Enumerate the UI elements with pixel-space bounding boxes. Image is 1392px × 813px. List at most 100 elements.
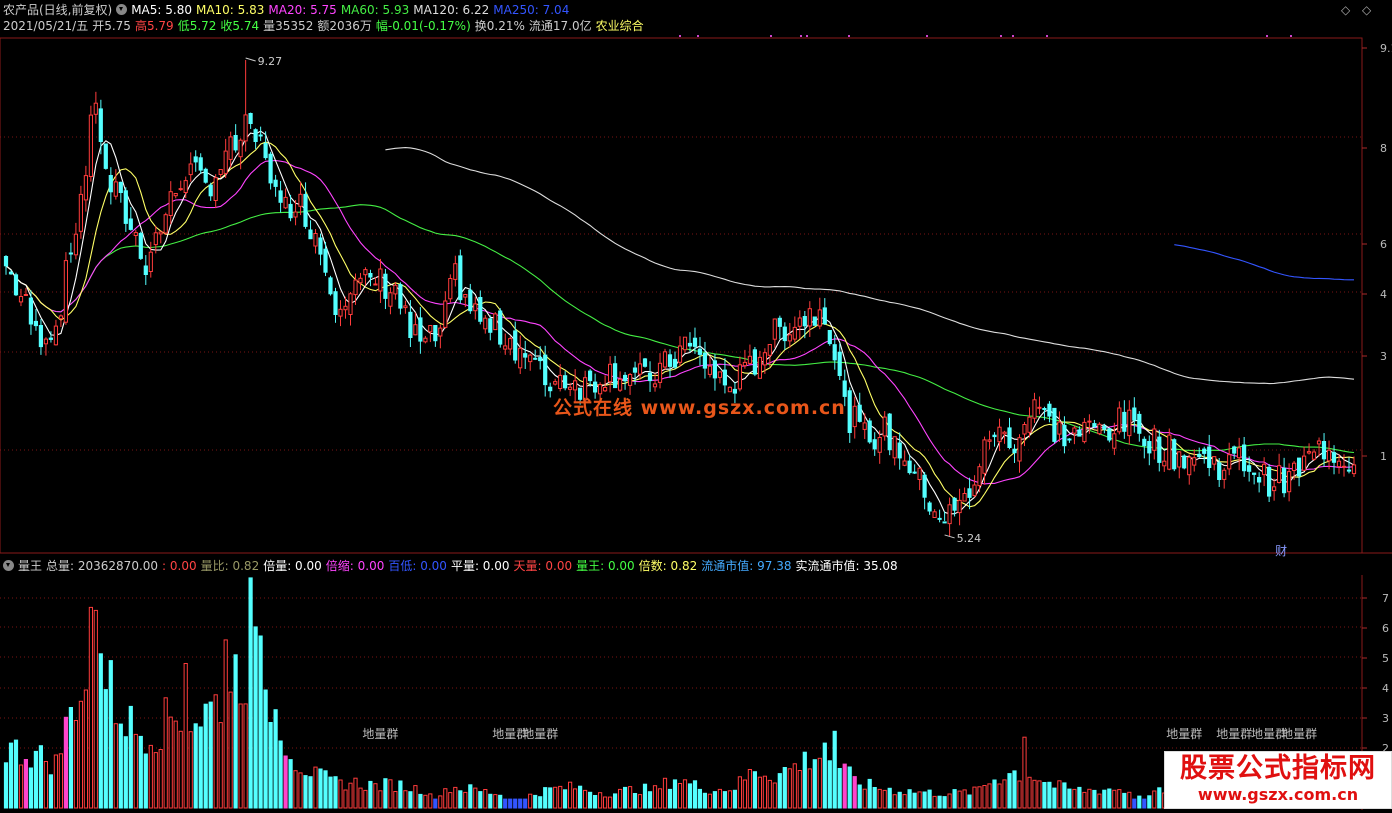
candle-body[interactable] [1341,465,1347,468]
volume-bar[interactable] [1057,780,1062,809]
candle-body[interactable] [543,354,548,386]
candle-body[interactable] [323,248,328,273]
volume-bar[interactable] [123,736,128,809]
candle-body[interactable] [1346,469,1352,472]
candle-body[interactable] [817,309,822,327]
candle-body[interactable] [1117,407,1122,433]
candle-body[interactable] [1147,441,1152,454]
candle-body[interactable] [1112,433,1117,449]
candle-body[interactable] [997,426,1002,443]
candle-body[interactable] [892,436,897,459]
volume-bar[interactable] [358,787,363,809]
candle-body[interactable] [43,338,48,345]
volume-bar[interactable] [1137,795,1142,809]
candle-body[interactable] [977,466,982,487]
candle-body[interactable] [972,484,977,497]
candle-body[interactable] [1077,429,1082,437]
volume-bar[interactable] [243,703,248,809]
candle-body[interactable] [538,357,543,362]
volume-bar[interactable] [553,786,558,809]
candle-body[interactable] [558,374,563,389]
volume-bar[interactable] [248,577,253,809]
candle-body[interactable] [333,291,338,316]
volume-bar[interactable] [143,753,148,809]
volume-bar[interactable] [538,796,543,809]
volume-bar[interactable] [573,788,578,809]
candle-body[interactable] [138,232,143,259]
volume-bar[interactable] [1122,792,1127,809]
candle-body[interactable] [263,142,268,159]
candle-body[interactable] [1277,465,1282,484]
candle-body[interactable] [568,386,573,390]
volume-bar[interactable] [533,794,538,809]
candle-body[interactable] [548,386,553,392]
candle-body[interactable] [932,511,937,518]
volume-bar[interactable] [702,792,707,809]
volume-bar[interactable] [632,793,638,809]
candle-body[interactable] [637,363,643,375]
candle-body[interactable] [897,442,902,459]
candle-body[interactable] [1242,444,1247,472]
candle-body[interactable] [717,371,722,378]
volume-bar[interactable] [28,767,33,809]
candle-body[interactable] [458,255,463,301]
candle-body[interactable] [393,284,398,295]
volume-bar[interactable] [787,768,792,809]
candle-body[interactable] [1247,465,1252,472]
candle-body[interactable] [348,293,353,315]
candle-body[interactable] [1087,420,1092,423]
candle-body[interactable] [1107,428,1112,441]
volume-bar[interactable] [1157,787,1162,809]
candle-body[interactable] [438,327,443,337]
volume-bar[interactable] [802,751,807,809]
volume-bar[interactable] [1032,779,1037,809]
candle-body[interactable] [1257,477,1262,483]
candle-body[interactable] [343,305,348,311]
volume-bar[interactable] [8,742,14,809]
candle-body[interactable] [308,229,313,240]
volume-bar[interactable] [1097,793,1102,809]
volume-bar[interactable] [453,786,458,809]
candle-body[interactable] [1331,452,1337,463]
candle-body[interactable] [1022,424,1027,435]
candle-body[interactable] [1262,463,1267,476]
volume-bar[interactable] [373,783,378,809]
volume-bar[interactable] [817,757,822,809]
candle-body[interactable] [742,361,747,367]
volume-bar[interactable] [1002,779,1007,809]
candle-body[interactable] [1052,407,1057,442]
volume-bar[interactable] [263,689,268,809]
candle-body[interactable] [787,334,792,342]
candle-body[interactable] [518,347,523,369]
volume-bar[interactable] [443,788,448,809]
volume-bar[interactable] [163,697,168,809]
candle-body[interactable] [1017,437,1022,462]
candle-body[interactable] [413,324,418,336]
candle-body[interactable] [922,474,927,498]
candle-body[interactable] [687,342,693,347]
candle-body[interactable] [563,375,568,389]
candle-body[interactable] [847,390,852,433]
volume-bar[interactable] [1102,789,1107,809]
candle-body[interactable] [1152,428,1157,451]
volume-bar[interactable] [847,766,852,809]
volume-bar[interactable] [518,798,523,809]
volume-bar[interactable] [93,609,98,809]
candle-body[interactable] [73,233,79,256]
candle-body[interactable] [453,263,458,280]
volume-bar[interactable] [867,778,872,809]
volume-bar[interactable] [253,626,258,809]
candle-body[interactable] [188,163,193,176]
volume-bar[interactable] [353,777,358,809]
volume-bar[interactable] [298,772,303,809]
volume-bar[interactable] [752,771,757,809]
candle-body[interactable] [613,363,618,389]
candle-body[interactable] [1282,467,1287,494]
volume-bar[interactable] [563,789,568,809]
candle-body[interactable] [88,114,94,177]
volume-bar[interactable] [832,730,837,809]
candle-body[interactable] [887,413,892,451]
volume-bar[interactable] [637,794,643,809]
volume-bar[interactable] [1072,788,1077,809]
volume-bar[interactable] [603,796,608,809]
